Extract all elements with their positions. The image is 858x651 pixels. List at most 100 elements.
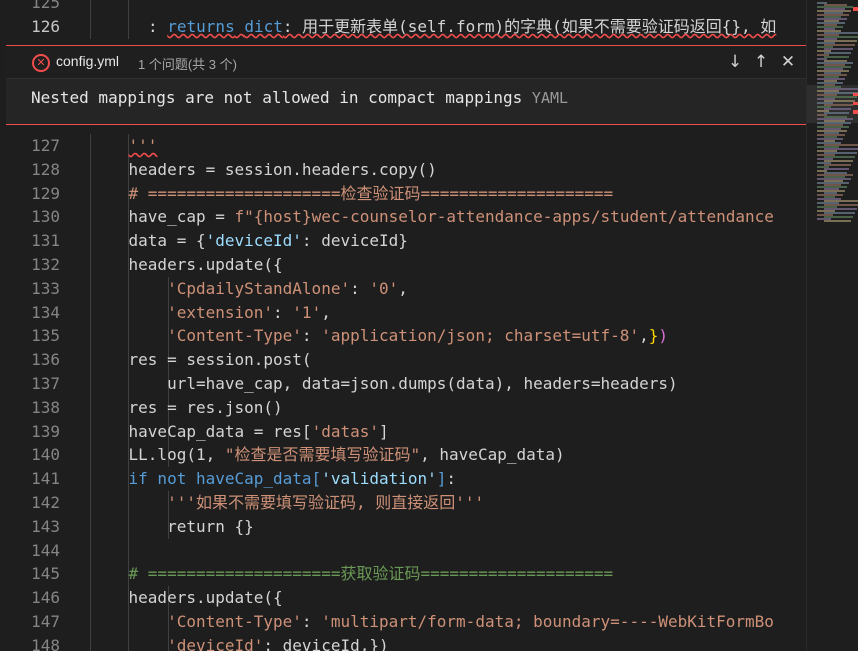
line-code: if not haveCap_data['validation']: bbox=[90, 467, 457, 491]
line-number: 128 bbox=[31, 159, 60, 179]
indent-guide bbox=[128, 538, 129, 563]
error-icon: ✕ bbox=[32, 54, 50, 72]
minimap[interactable] bbox=[806, 0, 858, 651]
line-code: headers = session.headers.copy() bbox=[90, 158, 437, 182]
code-line[interactable]: 139 haveCap_data = res['datas'] bbox=[0, 419, 806, 444]
peek-message-row: Nested mappings are not allowed in compa… bbox=[31, 88, 568, 107]
code-line[interactable]: 140 LL.log(1, "检查是否需要填写验证码", haveCap_dat… bbox=[0, 443, 806, 468]
code-line[interactable]: 138 res = res.json() bbox=[0, 395, 806, 420]
code-line[interactable]: 136 res = session.post( bbox=[0, 348, 806, 373]
line-number: 138 bbox=[31, 397, 60, 417]
arrow-down-icon[interactable]: ↓ bbox=[724, 50, 746, 74]
line-code: res = res.json() bbox=[90, 396, 283, 420]
line-code: headers.update({ bbox=[90, 253, 283, 277]
code-token: 'CpdailyStandAlone' bbox=[167, 278, 351, 298]
code-token: '0' bbox=[369, 278, 399, 298]
line-number: 134 bbox=[31, 302, 60, 322]
code-editor[interactable]: 125 126: returns dict: 用于更新表单(self.form)的… bbox=[0, 0, 806, 651]
code-token: # ====================检查验证码=============… bbox=[128, 183, 614, 203]
line-code: 'extension': '1', bbox=[90, 301, 331, 325]
code-token: res = res.json() bbox=[90, 397, 283, 417]
code-token: url=have_cap, data=json.dumps(data), hea… bbox=[90, 374, 678, 393]
line-number: 132 bbox=[31, 255, 60, 274]
peek-message: Nested mappings are not allowed in compa… bbox=[31, 88, 523, 107]
code-line[interactable]: 132 headers.update({ bbox=[0, 253, 806, 277]
code-token: dict bbox=[244, 17, 283, 36]
code-line[interactable]: 137 url=have_cap, data=json.dumps(data),… bbox=[0, 372, 806, 396]
code-token: '''如果不需要填写验证码, 则直接返回''' bbox=[167, 493, 485, 512]
minimap-line bbox=[824, 56, 849, 58]
arrow-up-icon[interactable]: ↑ bbox=[750, 50, 772, 74]
code-token: return {} bbox=[90, 516, 254, 536]
code-token: , bbox=[321, 302, 331, 322]
code-token: : 用于更新表单(self.form)的字典(如果不需要验证码返回{}, 如 bbox=[282, 17, 777, 36]
line-number: 141 bbox=[31, 469, 60, 489]
overview-error-marker bbox=[853, 110, 858, 114]
code-token: : bbox=[446, 469, 457, 489]
line-number: 127 bbox=[31, 136, 60, 155]
code-token: : bbox=[148, 17, 168, 36]
line-code: res = session.post( bbox=[90, 348, 312, 372]
code-line[interactable]: 127 ''' bbox=[0, 134, 806, 158]
code-token: , bbox=[639, 326, 649, 346]
code-line[interactable]: 130 have_cap = f"{host}wec-counselor-att… bbox=[0, 205, 806, 230]
code-token: 'Content-Type' bbox=[167, 612, 302, 631]
line-number: 140 bbox=[31, 445, 60, 465]
code-line[interactable]: 143 return {} bbox=[0, 514, 806, 539]
code-token: : deviceId} bbox=[301, 231, 408, 251]
code-token: 'Content-Type' bbox=[167, 326, 302, 346]
code-token: headers.update({ bbox=[90, 255, 283, 274]
code-line[interactable]: 129 # ====================检查验证码=========… bbox=[0, 181, 806, 206]
code-line[interactable]: 147 'Content-Type': 'multipart/form-data… bbox=[0, 610, 806, 634]
code-token: : bbox=[350, 278, 370, 298]
line-code: 'deviceId': deviceId,}) bbox=[90, 634, 389, 651]
code-line[interactable]: 125 bbox=[0, 0, 806, 15]
peek-source: YAML bbox=[531, 89, 569, 107]
code-token: ) bbox=[658, 326, 668, 346]
line-number: 126 bbox=[31, 17, 60, 36]
peek-problem-count: 1 个问题(共 3 个) bbox=[138, 57, 237, 72]
code-line[interactable]: 134 'extension': '1', bbox=[0, 300, 806, 325]
line-code: # ====================检查验证码=============… bbox=[90, 182, 614, 206]
code-token: 'validation' bbox=[321, 469, 437, 489]
line-number: 129 bbox=[31, 183, 60, 203]
code-line[interactable]: 126: returns dict: 用于更新表单(self.form)的字典(… bbox=[0, 15, 806, 39]
line-number: 139 bbox=[31, 421, 60, 441]
code-token: if not haveCap_data[ bbox=[128, 469, 322, 489]
line-code: return {} bbox=[90, 515, 254, 539]
code-line[interactable]: 131 data = {'deviceId': deviceId} bbox=[0, 229, 806, 254]
line-code: url=have_cap, data=json.dumps(data), hea… bbox=[90, 372, 678, 396]
line-code: haveCap_data = res['datas'] bbox=[90, 420, 389, 444]
peek-file-name[interactable]: config.yml bbox=[56, 53, 119, 69]
line-number: 148 bbox=[31, 635, 60, 651]
code-line[interactable]: 148 'deviceId': deviceId,}) bbox=[0, 633, 806, 651]
code-line[interactable]: 128 headers = session.headers.copy() bbox=[0, 157, 806, 182]
code-token: 'datas' bbox=[311, 421, 379, 441]
code-token: 'deviceId' bbox=[205, 231, 302, 251]
line-code: 'Content-Type': 'application/json; chars… bbox=[90, 324, 668, 348]
code-line[interactable]: 144 bbox=[0, 538, 806, 563]
line-code: 'CpdailyStandAlone': '0', bbox=[90, 277, 408, 301]
code-token: ] bbox=[379, 421, 389, 441]
line-number: 147 bbox=[31, 612, 60, 631]
line-number: 133 bbox=[31, 278, 60, 298]
code-token: '1' bbox=[292, 302, 322, 322]
code-line[interactable]: 145 # ====================获取验证码=========… bbox=[0, 562, 806, 587]
code-line[interactable]: 142 '''如果不需要填写验证码, 则直接返回''' bbox=[0, 491, 806, 515]
close-icon[interactable]: ✕ bbox=[777, 50, 799, 74]
line-number: 146 bbox=[31, 588, 60, 608]
code-token: 'deviceId' bbox=[167, 635, 264, 651]
code-line[interactable]: 133 'CpdailyStandAlone': '0', bbox=[0, 276, 806, 301]
code-line[interactable]: 135 'Content-Type': 'application/json; c… bbox=[0, 324, 806, 349]
code-line[interactable]: 146 headers.update({ bbox=[0, 586, 806, 611]
indent-guide bbox=[90, 0, 91, 15]
code-token: : bbox=[273, 302, 293, 322]
line-code: headers.update({ bbox=[90, 586, 283, 610]
code-token: "检查是否需要填写验证码" bbox=[224, 445, 421, 465]
code-line[interactable]: 141 if not haveCap_data['validation']: bbox=[0, 467, 806, 492]
code-token: , bbox=[398, 278, 408, 298]
